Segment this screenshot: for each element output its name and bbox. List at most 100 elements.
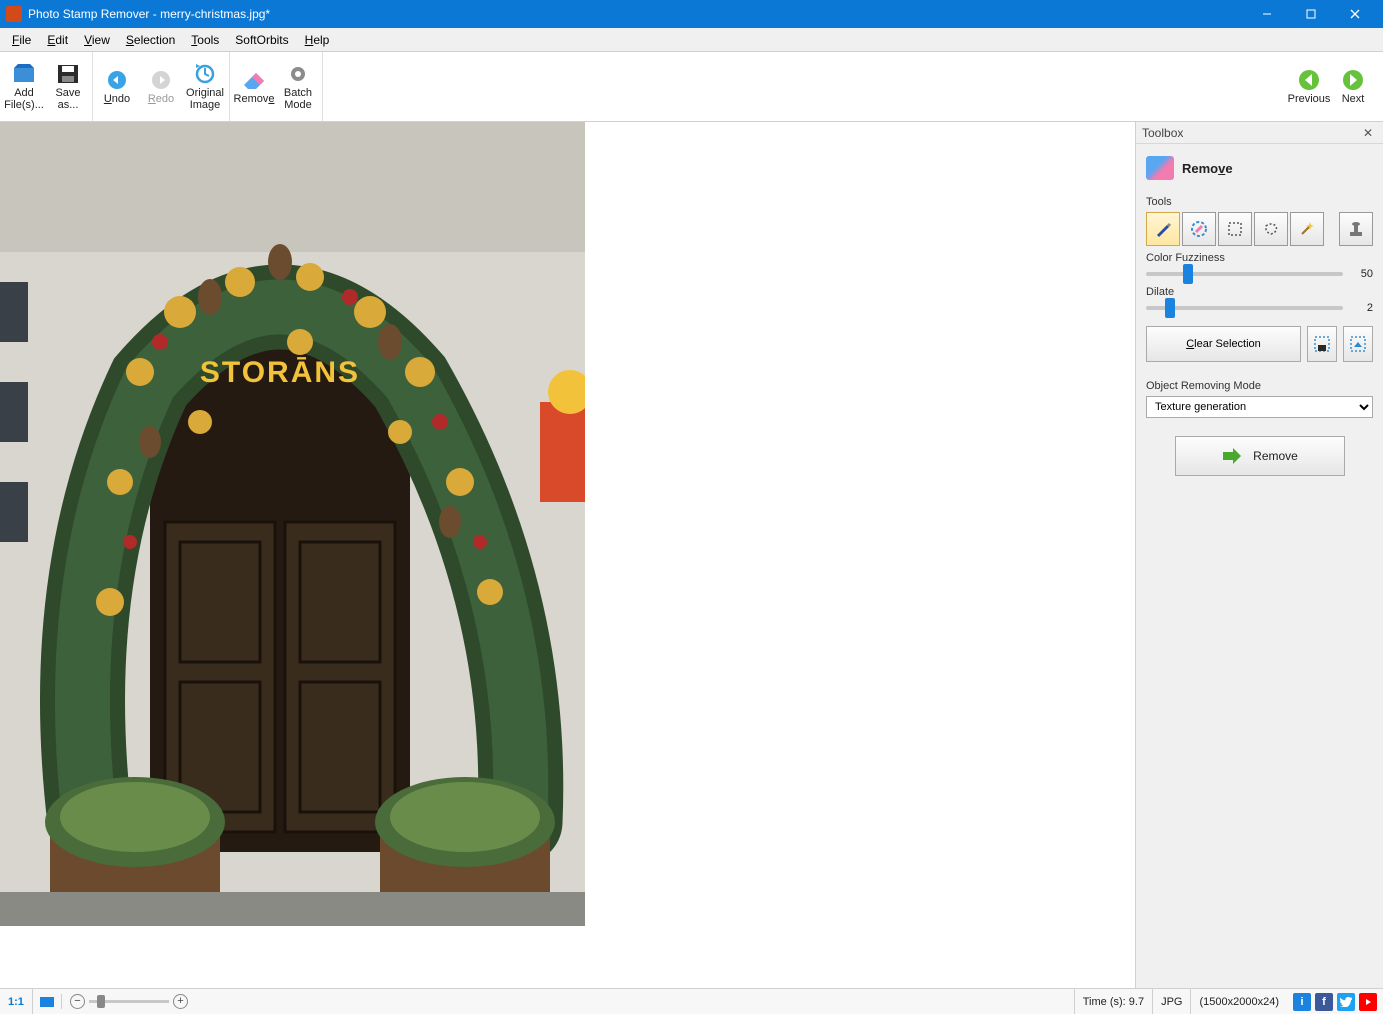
tool-magic-wand[interactable] — [1290, 212, 1324, 246]
gear-icon — [285, 63, 311, 85]
redo-button[interactable]: Redo — [139, 56, 183, 117]
remove-button[interactable]: Remove — [232, 56, 276, 117]
batch-mode-button[interactable]: Batch Mode — [276, 56, 320, 117]
load-selection-icon — [1349, 335, 1367, 353]
menu-edit[interactable]: Edit — [39, 30, 76, 50]
menu-help[interactable]: Help — [297, 30, 338, 50]
maximize-button[interactable] — [1289, 0, 1333, 28]
image-canvas[interactable]: STORĀNS — [0, 122, 585, 926]
menu-tools[interactable]: Tools — [183, 30, 227, 50]
toolbar-label: Remove — [234, 93, 275, 105]
social-links: i f — [1287, 993, 1383, 1011]
original-image-button[interactable]: Original Image — [183, 56, 227, 117]
wand-icon — [1298, 220, 1316, 238]
arrow-right-icon — [1221, 447, 1243, 465]
minimize-button[interactable] — [1245, 0, 1289, 28]
save-as-button[interactable]: Save as... — [46, 56, 90, 117]
youtube-icon[interactable] — [1359, 993, 1377, 1011]
dilate-slider[interactable] — [1146, 306, 1343, 310]
toolbox-header[interactable]: Toolbox ✕ — [1136, 122, 1383, 144]
object-removing-mode-label: Object Removing Mode — [1146, 380, 1373, 392]
zoom-ratio[interactable]: 1:1 — [0, 989, 32, 1014]
status-dimensions: (1500x2000x24) — [1190, 989, 1287, 1014]
fit-screen-icon — [39, 996, 55, 1008]
fit-screen-button[interactable] — [32, 989, 61, 1014]
facebook-icon[interactable]: f — [1315, 993, 1333, 1011]
tool-clone-stamp[interactable] — [1339, 212, 1373, 246]
window-title: Photo Stamp Remover - merry-christmas.jp… — [28, 7, 1245, 21]
redo-icon — [148, 69, 174, 91]
previous-icon — [1296, 69, 1322, 91]
menu-file[interactable]: File — [4, 30, 39, 50]
toolbar-label: Undo — [104, 93, 130, 105]
menu-selection[interactable]: Selection — [118, 30, 183, 50]
toolbox-section-header: Remove — [1146, 152, 1373, 190]
zoom-in-button[interactable]: + — [173, 994, 188, 1009]
info-icon[interactable]: i — [1293, 993, 1311, 1011]
toolbar-label: Next — [1342, 93, 1365, 105]
status-format: JPG — [1152, 989, 1190, 1014]
remove-action-label: Remove — [1253, 449, 1298, 463]
toolbar-label: Original Image — [186, 87, 224, 111]
load-selection-button[interactable] — [1343, 326, 1373, 362]
clear-selection-button[interactable]: Clear Selection — [1146, 326, 1301, 362]
zoom-slider[interactable] — [89, 1000, 169, 1003]
stamp-icon — [1347, 220, 1365, 238]
dilate-value: 2 — [1349, 302, 1373, 314]
toolbox-title: Toolbox — [1142, 126, 1359, 140]
toolbar-label: Save as... — [49, 87, 87, 111]
add-files-icon — [11, 63, 37, 85]
save-selection-icon — [1313, 335, 1331, 353]
toolbar-label: Previous — [1288, 93, 1331, 105]
window-buttons — [1245, 0, 1377, 28]
previous-button[interactable]: Previous — [1287, 56, 1331, 117]
tool-eraser-selection[interactable] — [1182, 212, 1216, 246]
canvas-area[interactable]: STORĀNS — [0, 122, 1135, 988]
toolbox-panel: Toolbox ✕ Remove Tools Color Fuzziness — [1135, 122, 1383, 988]
tool-free-select[interactable] — [1254, 212, 1288, 246]
save-icon — [55, 63, 81, 85]
lasso-icon — [1262, 220, 1280, 238]
color-fuzziness-value: 50 — [1349, 268, 1373, 280]
toolbox-close-icon[interactable]: ✕ — [1359, 126, 1377, 140]
undo-icon — [104, 69, 130, 91]
app-icon — [6, 6, 22, 22]
app-name: Photo Stamp Remover — [28, 7, 149, 21]
svg-text:STORĀNS: STORĀNS — [200, 356, 360, 389]
toolbar-label: Redo — [148, 93, 174, 105]
eraser-selection-icon — [1190, 220, 1208, 238]
save-selection-button[interactable] — [1307, 326, 1337, 362]
menubar: File Edit View Selection Tools SoftOrbit… — [0, 28, 1383, 52]
statusbar: 1:1 − + Time (s): 9.7 JPG (1500x2000x24)… — [0, 988, 1383, 1014]
remove-action-button[interactable]: Remove — [1175, 436, 1345, 476]
remove-section-icon — [1146, 156, 1174, 180]
add-files-button[interactable]: Add File(s)... — [2, 56, 46, 117]
tool-marker[interactable] — [1146, 212, 1180, 246]
clock-refresh-icon — [192, 63, 218, 85]
toolbar: Add File(s)... Save as... Undo Redo Orig… — [0, 52, 1383, 122]
undo-button[interactable]: Undo — [95, 56, 139, 117]
next-button[interactable]: Next — [1331, 56, 1375, 117]
close-button[interactable] — [1333, 0, 1377, 28]
color-fuzziness-slider[interactable] — [1146, 272, 1343, 276]
rect-select-icon — [1226, 220, 1244, 238]
dilate-label: Dilate — [1146, 286, 1373, 298]
zoom-out-button[interactable]: − — [70, 994, 85, 1009]
menu-softorbits[interactable]: SoftOrbits — [227, 30, 296, 50]
status-time: Time (s): 9.7 — [1074, 989, 1152, 1014]
toolbar-label: Add File(s)... — [4, 87, 44, 111]
object-removing-mode-select[interactable]: Texture generation — [1146, 396, 1373, 418]
color-fuzziness-label: Color Fuzziness — [1146, 252, 1373, 264]
document-name: merry-christmas.jpg* — [160, 7, 270, 21]
tools-row — [1146, 212, 1373, 246]
marker-icon — [1154, 220, 1172, 238]
twitter-icon[interactable] — [1337, 993, 1355, 1011]
zoom-control: − + — [61, 994, 196, 1009]
titlebar: Photo Stamp Remover - merry-christmas.jp… — [0, 0, 1383, 28]
remove-section-title: Remove — [1182, 161, 1233, 176]
next-icon — [1340, 69, 1366, 91]
tool-rect-select[interactable] — [1218, 212, 1252, 246]
tools-label: Tools — [1146, 196, 1373, 208]
toolbar-label: Batch Mode — [279, 87, 317, 111]
menu-view[interactable]: View — [76, 30, 118, 50]
